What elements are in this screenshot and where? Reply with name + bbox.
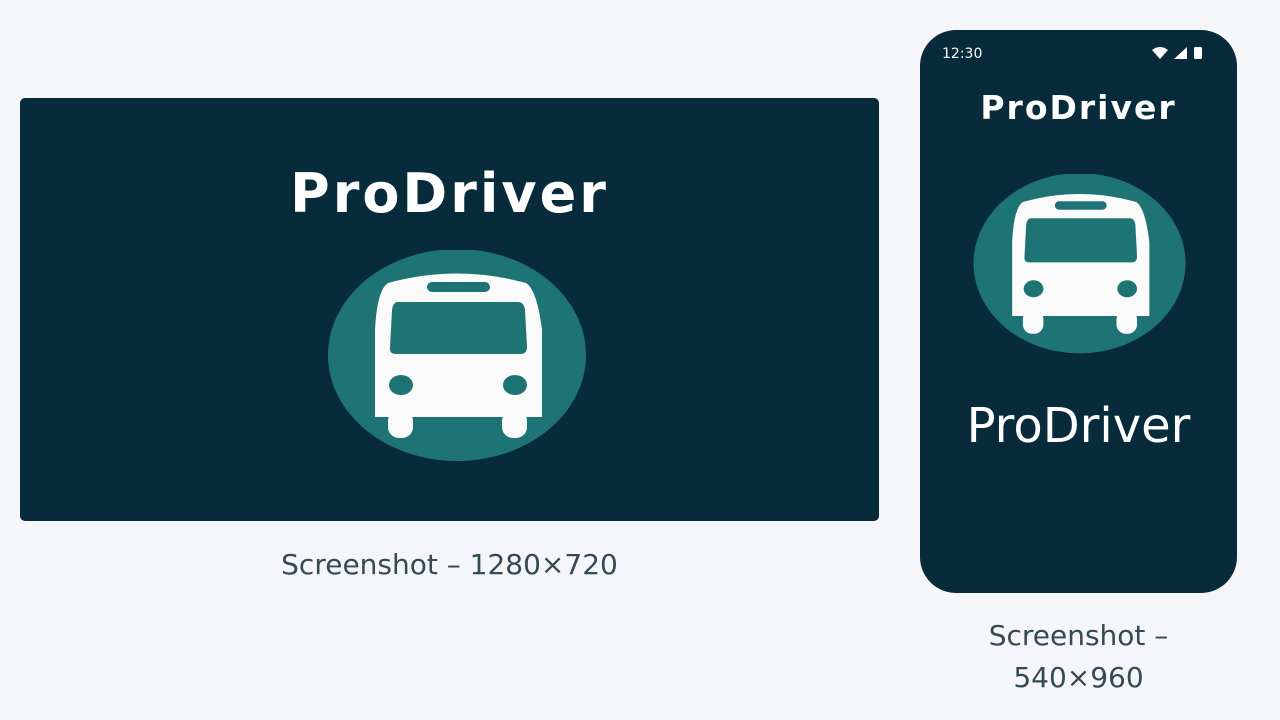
- app-title-bottom: ProDriver: [966, 398, 1191, 454]
- battery-icon: [1194, 47, 1202, 59]
- phone-bus-logo-icon: [973, 174, 1186, 354]
- phone-caption: Screenshot – 540×960: [920, 615, 1237, 699]
- signal-icon: [1174, 46, 1187, 59]
- app-title-top: ProDriver: [980, 88, 1177, 127]
- phone-caption-line1: Screenshot –: [988, 619, 1169, 652]
- phone-caption-line2: 540×960: [1013, 661, 1144, 694]
- app-title: ProDriver: [290, 162, 609, 225]
- status-time: 12:30: [942, 46, 983, 62]
- wifi-icon: [1152, 46, 1168, 59]
- landscape-caption: Screenshot – 1280×720: [281, 548, 618, 581]
- bus-logo-icon: [328, 250, 586, 461]
